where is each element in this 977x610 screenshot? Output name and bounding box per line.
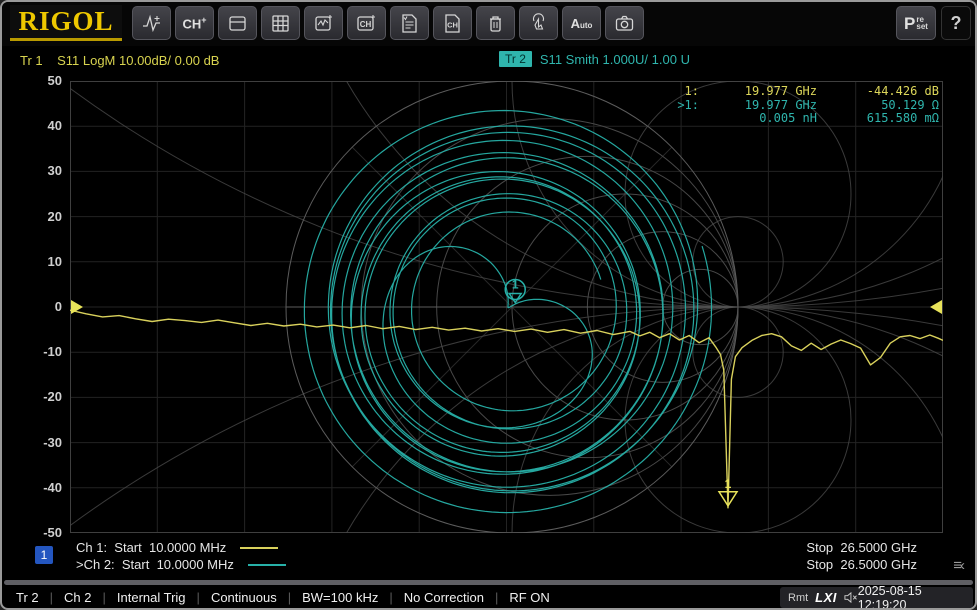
channel-doc-button[interactable]: CH: [433, 6, 472, 40]
status-item-bw-100-khz[interactable]: BW=100 kHz: [302, 590, 378, 605]
trace-window-icon: [312, 12, 335, 35]
trace2-legend[interactable]: Tr 2 S11 Smith 1.000U/ 1.00 U: [499, 51, 690, 67]
status-item-continuous[interactable]: Continuous: [211, 590, 277, 605]
mute-icon[interactable]: [844, 591, 858, 604]
svg-text:CH: CH: [360, 20, 372, 29]
y-tick--20: -20: [6, 389, 62, 404]
status-separator: |: [288, 590, 291, 605]
plot-area[interactable]: 11: [70, 81, 943, 533]
trace1-legend[interactable]: Tr 1 S11 LogM 10.00dB/ 0.00 dB: [20, 53, 219, 68]
menu-collapse-icon[interactable]: ≡‹: [953, 557, 963, 574]
trace-doc-icon: [398, 12, 421, 35]
status-item-rf-on[interactable]: RF ON: [509, 590, 549, 605]
y-tick-20: 20: [6, 209, 62, 224]
trace-add-icon: [140, 12, 163, 35]
preset-stack: reset: [916, 16, 928, 30]
status-separator: |: [103, 590, 106, 605]
status-separator: |: [197, 590, 200, 605]
channel-window-icon: CH: [355, 12, 378, 35]
window-number-badge[interactable]: 1: [35, 546, 53, 564]
status-bar: Tr 2 | Ch 2 | Internal Trig | Continuous | BW=10…: [2, 587, 975, 608]
y-tick--50: -50: [6, 525, 62, 540]
marker-row-tr1: 1: 19.977 GHz -44.426 dB: [663, 85, 939, 99]
channel-add-button[interactable]: CH+: [175, 6, 214, 40]
auto-scale-button[interactable]: Auto: [562, 6, 601, 40]
display-table-icon: [269, 12, 292, 35]
ch1-trace-swatch: [240, 547, 278, 549]
help-icon: ?: [951, 14, 962, 32]
trace2-active-badge: Tr 2: [499, 51, 532, 67]
channel-info: 1 Ch 1: Start 10.0000 MHz >Ch 2: Start 1…: [2, 537, 975, 579]
ch1-stop-label: Stop 26.5000 GHz: [806, 540, 917, 555]
svg-text:1: 1: [512, 277, 519, 291]
channel-add-icon: CH+: [182, 16, 206, 30]
ch2-trace-swatch: [248, 564, 286, 566]
datetime: 2025-08-15 12:19:20: [858, 584, 965, 610]
status-right-panel: Rmt LXI 2025-08-15 12:19:20: [780, 587, 973, 608]
status-separator: |: [389, 590, 392, 605]
y-tick--40: -40: [6, 480, 62, 495]
marker-row-tr2-lc: 0.005 nH 615.580 mΩ: [663, 112, 939, 126]
channel-doc-icon: CH: [441, 12, 464, 35]
delete-button[interactable]: [476, 6, 515, 40]
screenshot-button[interactable]: [605, 6, 644, 40]
trace-window-button[interactable]: [304, 6, 343, 40]
delete-icon: [484, 12, 507, 35]
auto-scale-icon: Auto: [571, 17, 593, 30]
trace-legend-bar: Tr 1 S11 LogM 10.00dB/ 0.00 dB Tr 2 S11 …: [2, 48, 975, 74]
help-button[interactable]: ?: [941, 6, 971, 40]
vna-screen: RIGOL P reset ? CH+ CH CH Auto Tr 1 S11 Log…: [0, 0, 977, 610]
y-tick--30: -30: [6, 435, 62, 450]
ch2-start-row[interactable]: >Ch 2: Start 10.0000 MHz: [76, 557, 286, 572]
y-tick-50: 50: [6, 73, 62, 88]
marker-row-tr2: >1: 19.977 GHz 50.129 Ω: [663, 99, 939, 113]
touch-button[interactable]: [519, 6, 558, 40]
rigol-logo: RIGOL: [10, 5, 122, 41]
channel-window-button[interactable]: CH: [347, 6, 386, 40]
status-item-internal-trig[interactable]: Internal Trig: [117, 590, 186, 605]
ref-level-marker-right[interactable]: [930, 300, 942, 314]
marker-readout: 1: 19.977 GHz -44.426 dB >1: 19.977 GHz …: [663, 85, 939, 126]
svg-text:1: 1: [725, 477, 732, 491]
lxi-logo: LXI: [815, 590, 837, 605]
remote-indicator: Rmt: [788, 592, 808, 604]
display-table-button[interactable]: [261, 6, 300, 40]
screenshot-icon: [613, 12, 636, 35]
trace-doc-button[interactable]: [390, 6, 429, 40]
ch2-stop-label: Stop 26.5000 GHz: [806, 557, 917, 572]
y-tick-30: 30: [6, 163, 62, 178]
status-item-tr-2[interactable]: Tr 2: [16, 590, 39, 605]
trace-add-button[interactable]: [132, 6, 171, 40]
y-tick--10: -10: [6, 344, 62, 359]
status-separator: |: [495, 590, 498, 605]
status-item-no-correction[interactable]: No Correction: [404, 590, 484, 605]
svg-text:CH: CH: [447, 20, 458, 29]
status-divider: [4, 580, 973, 585]
status-separator: |: [50, 590, 53, 605]
window-layout-icon: [226, 12, 249, 35]
ch1-start-row[interactable]: Ch 1: Start 10.0000 MHz: [76, 540, 278, 555]
window-layout-button[interactable]: [218, 6, 257, 40]
touch-icon: [527, 12, 550, 35]
preset-button[interactable]: P reset: [896, 6, 936, 40]
y-tick-0: 0: [6, 299, 62, 314]
trace2-detail: S11 Smith 1.000U/ 1.00 U: [540, 52, 690, 67]
status-items: Tr 2 | Ch 2 | Internal Trig | Continuous | BW=10…: [2, 590, 780, 605]
status-item-ch-2[interactable]: Ch 2: [64, 590, 91, 605]
preset-label: P: [904, 15, 915, 32]
y-tick-40: 40: [6, 118, 62, 133]
y-tick-10: 10: [6, 254, 62, 269]
toolbar: RIGOL P reset ? CH+ CH CH Auto: [2, 2, 975, 46]
